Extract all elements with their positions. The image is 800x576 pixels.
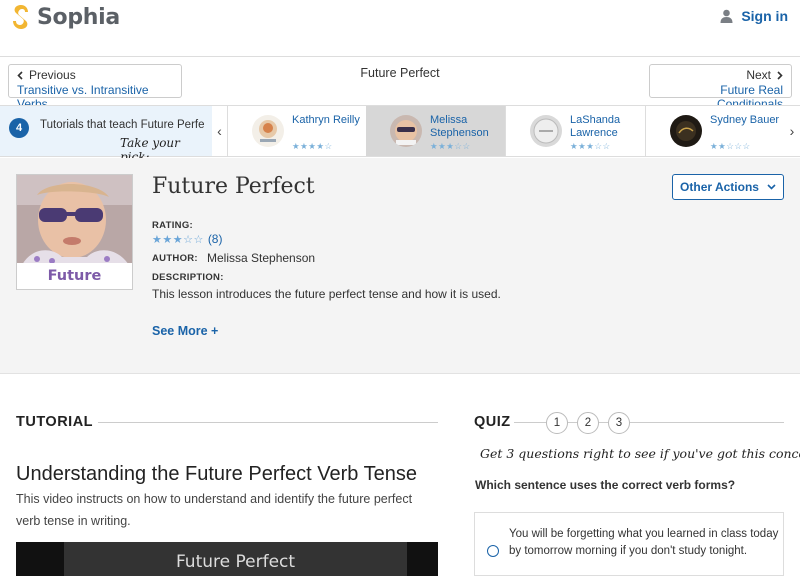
video-frame: Future Perfect [64, 542, 407, 576]
quiz-answer-option[interactable]: You will be forgetting what you learned … [474, 512, 784, 576]
chevron-right-icon: › [789, 123, 795, 139]
rating-stars: ★★★★☆ [292, 141, 333, 151]
rating-stars: ★★★☆☆ [430, 141, 471, 151]
lesson-thumbnail: Future Perfect [16, 174, 133, 290]
tutorial-author: Sydney Bauer [710, 114, 780, 126]
tutorial-card-selected[interactable]: Melissa Stephenson ★★★☆☆ [366, 106, 506, 156]
tutorial-description: This video instructs on how to understan… [16, 492, 413, 528]
chevron-right-icon [777, 70, 783, 80]
tutorial-card[interactable]: Sydney Bauer ★★☆☆☆ [646, 106, 784, 156]
answer-radio[interactable] [487, 545, 499, 557]
sophia-logo-icon [13, 5, 28, 29]
quiz-prompt: Get 3 questions right to see if you've g… [480, 446, 800, 461]
tutorial-author: LaShanda Lawrence [570, 114, 621, 139]
avatar [530, 115, 562, 147]
thumbnail-caption: Future Perfect [17, 263, 132, 289]
other-actions-label: Other Actions [680, 180, 759, 194]
lesson-title: Future Perfect [152, 174, 315, 199]
avatar [390, 115, 422, 147]
next-lesson-button[interactable]: Next Future Real Conditionals [649, 64, 792, 111]
quiz-step-2: 2 [577, 412, 599, 434]
lesson-rating[interactable]: ★★★☆☆ (8) [152, 232, 222, 246]
rating-label: RATING: [152, 220, 193, 231]
chevron-down-icon [767, 184, 776, 190]
avatar [252, 115, 284, 147]
rating-stars: ★★★☆☆ [152, 233, 204, 246]
rating-count: (8) [207, 232, 223, 246]
tutorials-strip: 4 Tutorials that teach Future Perfect Ta… [0, 105, 800, 164]
tutorial-author: Kathryn Reilly [292, 114, 360, 126]
user-icon [720, 9, 733, 23]
tutorial-card[interactable]: LaShanda Lawrence ★★★☆☆ [506, 106, 646, 156]
tutorials-label: Tutorials that teach Future Perfect [40, 119, 205, 131]
next-label: Next [746, 68, 771, 82]
tutorial-divider [98, 422, 438, 423]
tutorial-title: Understanding the Future Perfect Verb Te… [16, 463, 417, 485]
chevron-left-icon: ‹ [217, 123, 222, 139]
top-header: Sophia Sign in [0, 0, 800, 57]
tutorials-count-panel: 4 Tutorials that teach Future Perfect Ta… [0, 106, 212, 164]
tutorial-author: Melissa Stephenson [430, 114, 489, 139]
lesson-navigation: Previous Transitive vs. Intransitive Ver… [0, 57, 800, 111]
author-label: AUTHOR: [152, 253, 198, 264]
other-actions-dropdown[interactable]: Other Actions [672, 174, 784, 200]
description-label: DESCRIPTION: [152, 272, 224, 283]
strip-scroll-right-button[interactable]: › [784, 106, 800, 156]
tutorial-card[interactable]: Kathryn Reilly ★★★★☆ [228, 106, 368, 156]
answer-text: You will be forgetting what you learned … [509, 528, 779, 557]
quiz-step-3: 3 [608, 412, 630, 434]
strip-scroll-left-button[interactable]: ‹ [212, 106, 228, 156]
avatar [670, 115, 702, 147]
sign-in-label: Sign in [741, 8, 788, 24]
rating-stars: ★★☆☆☆ [710, 141, 751, 151]
sophia-logo[interactable]: Sophia [10, 4, 120, 30]
lesson-description: This lesson introduces the future perfec… [152, 287, 501, 301]
see-more-link[interactable]: See More + [152, 324, 218, 338]
baby-photo-image [17, 175, 132, 265]
author-name: Melissa Stephenson [207, 251, 316, 265]
logo-text: Sophia [37, 4, 120, 30]
rating-stars: ★★★☆☆ [570, 141, 611, 151]
quiz-step-1: 1 [546, 412, 568, 434]
tutorials-count-badge: 4 [9, 118, 29, 138]
sign-in-link[interactable]: Sign in [720, 8, 788, 24]
quiz-question: Which sentence uses the correct verb for… [475, 478, 736, 492]
tutorial-section-label: TUTORIAL [16, 414, 94, 430]
video-player[interactable]: Future Perfect [16, 542, 438, 576]
quiz-section-label: QUIZ [474, 414, 511, 430]
lesson-info-panel: Future Perfect Future Perfect RATING: ★★… [0, 158, 800, 374]
video-title: Future Perfect [175, 552, 296, 572]
